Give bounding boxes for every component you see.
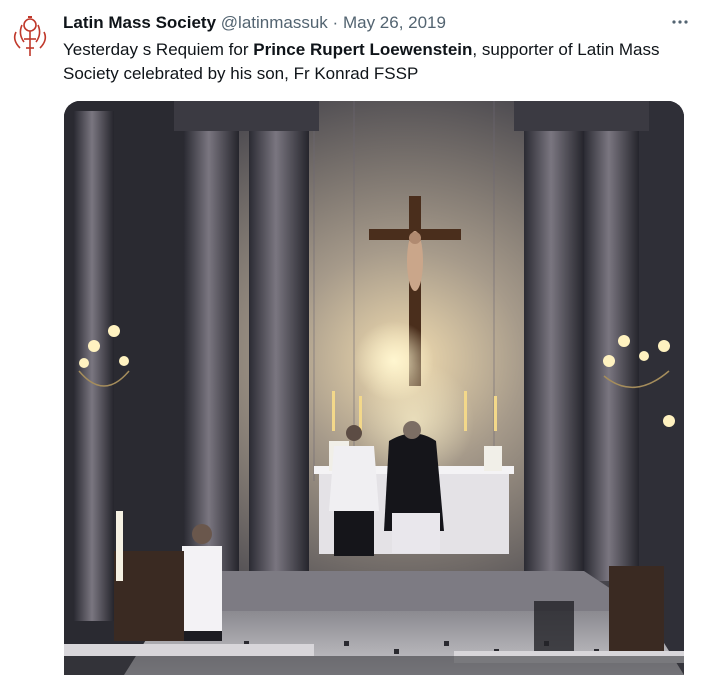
- author-handle[interactable]: @latinmassuk: [221, 13, 328, 32]
- tweet: Latin Mass Society @latinmassuk · May 26…: [0, 0, 720, 675]
- tweet-header: Latin Mass Society @latinmassuk · May 26…: [63, 12, 680, 34]
- tweet-text-part1: Yesterday s Requiem for: [63, 40, 254, 59]
- avatar[interactable]: [10, 12, 50, 58]
- ellipsis-icon[interactable]: [670, 12, 690, 32]
- tweet-text: Yesterday s Requiem for Prince Rupert Lo…: [63, 38, 673, 86]
- author-name[interactable]: Latin Mass Society: [63, 13, 216, 32]
- tweet-text-bold: Prince Rupert Loewenstein: [253, 40, 473, 59]
- separator-dot: ·: [332, 13, 339, 32]
- latin-mass-society-logo-icon: [13, 16, 47, 56]
- tweet-date[interactable]: May 26, 2019: [343, 13, 446, 32]
- tweet-photo[interactable]: [64, 101, 684, 675]
- church-altar-photo: [64, 101, 684, 675]
